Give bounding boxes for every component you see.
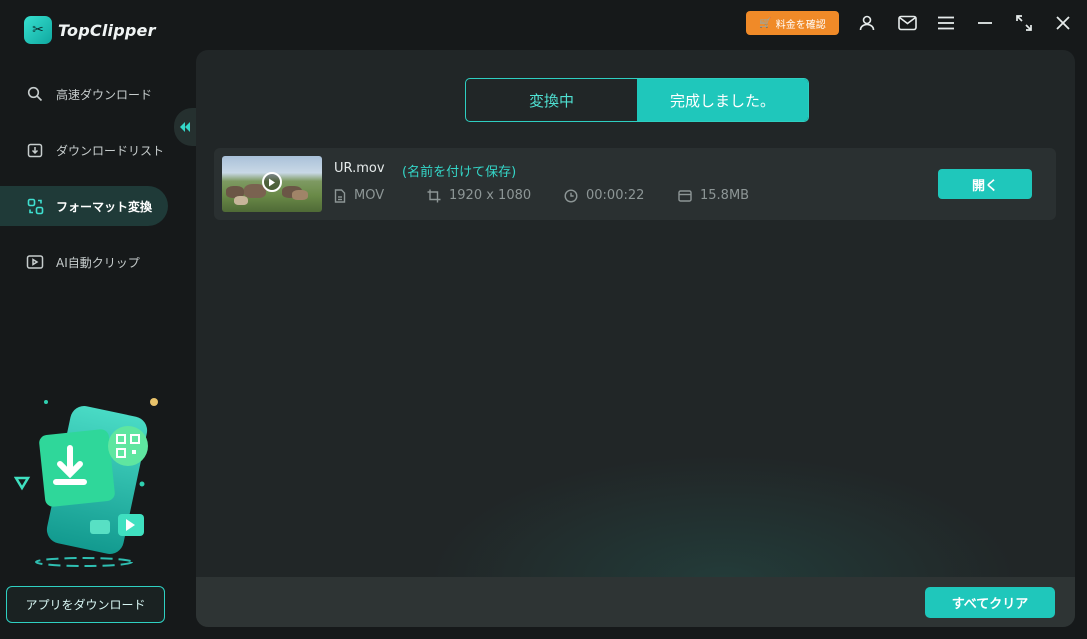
download-list-icon [26, 141, 44, 159]
check-price-button[interactable]: 🛒 料金を確認 [746, 11, 839, 35]
collapse-sidebar-button[interactable] [174, 108, 196, 146]
tab-converting[interactable]: 変換中 [466, 79, 637, 121]
convert-icon [26, 197, 44, 215]
file-resolution: 1920 x 1080 [427, 188, 531, 203]
sidebar-item-label: フォーマット変換 [56, 199, 153, 214]
scissors-logo-icon: ✂ [24, 16, 52, 44]
sidebar-item-format-convert[interactable]: フォーマット変換 [0, 186, 168, 226]
status-tabs: 変換中 完成しました。 [465, 78, 809, 122]
file-name: UR.mov [334, 161, 385, 176]
file-resolution-value: 1920 x 1080 [449, 188, 532, 203]
mail-icon[interactable] [896, 12, 918, 34]
file-size: 15.8MB [678, 188, 749, 203]
app-name: TopClipper [58, 20, 156, 40]
sidebar-item-label: AI自動クリップ [56, 255, 140, 270]
video-thumbnail[interactable] [222, 156, 322, 212]
clear-all-button[interactable]: すべてクリア [925, 587, 1055, 618]
main-panel: 変換中 完成しました。 UR.mov (名前を付けて保存) MOV 1920 x… [196, 50, 1075, 627]
menu-icon[interactable] [935, 12, 957, 34]
sidebar-item-ai-clip[interactable]: AI自動クリップ [0, 242, 168, 282]
app-download-button[interactable]: アプリをダウンロード [6, 586, 165, 623]
play-icon [262, 172, 282, 192]
file-format: MOV [334, 188, 384, 203]
file-format-value: MOV [354, 188, 385, 203]
sidebar-item-fast-download[interactable]: 高速ダウンロード [0, 74, 168, 114]
app-logo: ✂ TopClipper [24, 16, 156, 44]
check-price-label: 料金を確認 [775, 19, 826, 31]
footer-bar: すべてクリア [196, 577, 1075, 627]
user-icon[interactable] [856, 12, 878, 34]
search-icon [26, 85, 44, 103]
close-icon[interactable] [1052, 12, 1074, 34]
ai-clip-icon [26, 253, 44, 271]
file-list-item: UR.mov (名前を付けて保存) MOV 1920 x 1080 00:00:… [214, 148, 1056, 220]
file-duration: 00:00:22 [564, 188, 644, 203]
maximize-icon[interactable] [1013, 12, 1035, 34]
minimize-icon[interactable] [974, 12, 996, 34]
sidebar-item-label: ダウンロードリスト [56, 143, 165, 158]
sidebar-item-download-list[interactable]: ダウンロードリスト [0, 130, 168, 170]
sidebar-item-label: 高速ダウンロード [56, 87, 153, 102]
save-as-link[interactable]: (名前を付けて保存) [402, 161, 516, 180]
tab-completed[interactable]: 完成しました。 [637, 79, 808, 121]
file-icon [334, 188, 346, 203]
chevrons-left-icon [180, 122, 190, 132]
clock-icon [564, 188, 578, 203]
open-button[interactable]: 開く [938, 169, 1032, 199]
cart-icon: 🛒 [759, 17, 772, 29]
file-size-value: 15.8MB [700, 188, 750, 203]
file-duration-value: 00:00:22 [586, 188, 645, 203]
app-download-illustration [14, 398, 158, 567]
crop-icon [427, 189, 441, 202]
storage-icon [678, 190, 692, 202]
